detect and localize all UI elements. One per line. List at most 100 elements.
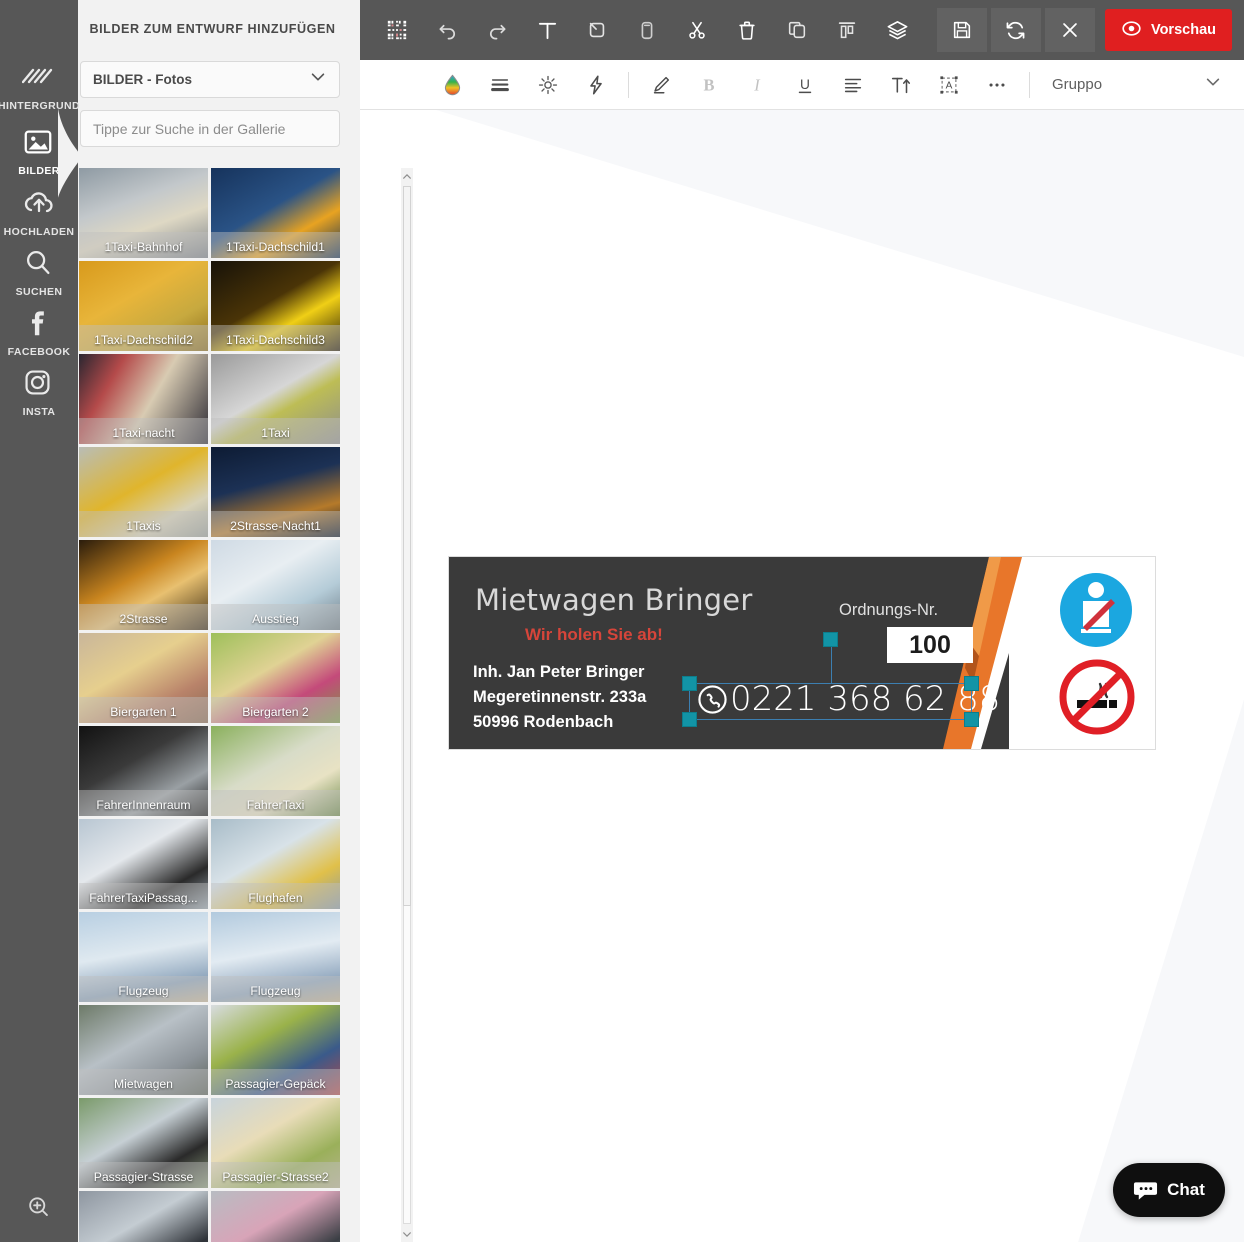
chat-widget-button[interactable]: Chat	[1113, 1163, 1225, 1217]
preview-button[interactable]: Vorschau	[1104, 9, 1232, 51]
design-canvas[interactable]: Mietwagen Bringer Wir holen Sie ab! Inh.…	[360, 110, 1244, 1242]
gallery-thumbnail[interactable]	[211, 1191, 340, 1242]
sidebar-item-instagram[interactable]: INSTA	[0, 366, 78, 418]
save-button[interactable]	[936, 8, 987, 52]
toolbar-divider-2	[1029, 71, 1030, 98]
sidebar-item-upload[interactable]: HOCHLADEN	[0, 186, 78, 238]
brightness-button[interactable]	[524, 65, 572, 105]
zoom-in-icon	[24, 1193, 54, 1228]
align-text-button[interactable]	[829, 65, 877, 105]
sidebar-label-images: BILDER	[18, 164, 60, 177]
gallery-thumbnail[interactable]: 2Strasse	[79, 540, 208, 630]
gallery-thumbnail[interactable]: Passagier-Gepäck	[211, 1005, 340, 1095]
gallery-thumbnail[interactable]: 1Taxi-Dachschild1	[211, 168, 340, 258]
more-options-button[interactable]	[973, 65, 1021, 105]
zoom-in-button[interactable]	[0, 1193, 78, 1228]
underline-button[interactable]: U	[781, 65, 829, 105]
gallery-thumbnail[interactable]: FahrerTaxi	[211, 726, 340, 816]
gallery-thumbnail[interactable]	[79, 1191, 208, 1242]
gallery-search-input[interactable]	[80, 110, 340, 147]
instagram-icon	[22, 367, 56, 401]
gallery-thumbnail[interactable]: 1Taxi-Bahnhof	[79, 168, 208, 258]
group-dropdown[interactable]: Gruppo	[1052, 66, 1222, 104]
font-size-button[interactable]	[877, 65, 925, 105]
gallery-thumbnail[interactable]: 1Taxi-Dachschild2	[79, 261, 208, 351]
bold-button[interactable]: B	[685, 65, 733, 105]
gallery-thumbnail[interactable]: Ausstieg	[211, 540, 340, 630]
delete-button[interactable]	[722, 8, 772, 52]
duplicate-button[interactable]	[772, 8, 822, 52]
category-dropdown[interactable]: BILDER - Fotos	[80, 61, 340, 98]
gallery-thumbnail[interactable]: Flughafen	[211, 819, 340, 909]
gallery-thumbnail[interactable]: Biergarten 2	[211, 633, 340, 723]
chat-label: Chat	[1167, 1180, 1205, 1199]
effects-button[interactable]	[572, 65, 620, 105]
chat-bubble-icon	[1133, 1178, 1158, 1203]
gallery-thumbnail[interactable]: 1Taxi	[211, 354, 340, 444]
thumbnail-label: 1Taxi-nacht	[112, 426, 175, 440]
gallery-thumbnail[interactable]: 1Taxi-nacht	[79, 354, 208, 444]
gallery-thumbnail[interactable]: Passagier-Strasse2	[211, 1098, 340, 1188]
preview-label: Vorschau	[1150, 22, 1216, 38]
card-slogan: Wir holen Sie ab!	[525, 625, 663, 644]
color-picker-button[interactable]	[428, 65, 476, 105]
close-button[interactable]	[1044, 8, 1095, 52]
gallery-thumbnail[interactable]: Mietwagen	[79, 1005, 208, 1095]
thumbnail-label: Biergarten 2	[242, 705, 309, 719]
sidebar-label-search: SUCHEN	[15, 285, 63, 298]
redo-button[interactable]	[472, 8, 522, 52]
gallery-thumbnail[interactable]: Flugzeug	[79, 912, 208, 1002]
chevron-down-icon	[309, 68, 327, 91]
left-icon-rail: HINTERGRUND BILDER HOCHLADEN SUCHEN FACE…	[0, 0, 80, 1242]
thumbnail-label: 1Taxi	[261, 426, 290, 440]
gallery-thumbnail[interactable]: 1Taxis	[79, 447, 208, 537]
business-card-design[interactable]: Mietwagen Bringer Wir holen Sie ab! Inh.…	[448, 556, 1156, 750]
undo-button[interactable]	[422, 8, 472, 52]
card-order-number: 100	[887, 627, 973, 663]
panel-scrollbar[interactable]	[401, 168, 413, 1242]
sidebar-label-facebook: FACEBOOK	[7, 345, 71, 358]
sidebar-item-facebook[interactable]: FACEBOOK	[0, 306, 78, 358]
layers-button[interactable]	[872, 8, 922, 52]
upload-cloud-icon	[22, 187, 56, 221]
italic-button[interactable]: I	[733, 65, 781, 105]
scroll-down-button[interactable]	[401, 1226, 413, 1242]
sidebar-item-search[interactable]: SUCHEN	[0, 246, 78, 298]
panel-title: BILDER ZUM ENTWURF HINZUFÜGEN	[89, 22, 336, 36]
thumbnail-label: Passagier-Gepäck	[225, 1077, 326, 1091]
align-top-button[interactable]	[822, 8, 872, 52]
pen-button[interactable]	[637, 65, 685, 105]
sidebar-item-background[interactable]: HINTERGRUND	[0, 60, 80, 112]
reload-button[interactable]	[990, 8, 1041, 52]
image-icon	[22, 126, 56, 160]
gallery-thumbnail[interactable]: 1Taxi-Dachschild3	[211, 261, 340, 351]
search-icon	[22, 247, 56, 281]
add-text-button[interactable]	[522, 8, 572, 52]
gallery-thumbnail[interactable]: FahrerInnenraum	[79, 726, 208, 816]
gallery-thumbnail[interactable]: FahrerTaxiPassag...	[79, 819, 208, 909]
scrollbar-thumb[interactable]	[403, 186, 411, 906]
thumbnail-label: Passagier-Strasse	[93, 1170, 194, 1184]
gallery-thumbnail[interactable]: Passagier-Strasse	[79, 1098, 208, 1188]
qr-code-button[interactable]	[372, 8, 422, 52]
cut-button[interactable]	[672, 8, 722, 52]
thumbnail-label: Biergarten 1	[110, 705, 177, 719]
gallery-thumbnail[interactable]: Biergarten 1	[79, 633, 208, 723]
card-owner: Inh. Jan Peter Bringer	[473, 663, 645, 681]
thumbnail-label: FahrerTaxi	[246, 798, 305, 812]
thumbnail-label: FahrerInnenraum	[96, 798, 191, 812]
seatbelt-icon	[1060, 573, 1132, 647]
text-box-button[interactable]: A	[925, 65, 973, 105]
paste-button[interactable]	[622, 8, 672, 52]
thumbnail-image	[79, 1191, 208, 1242]
line-style-button[interactable]	[476, 65, 524, 105]
thumbnail-label: Passagier-Strasse2	[222, 1170, 329, 1184]
gallery-thumbnail[interactable]: Flugzeug	[211, 912, 340, 1002]
scroll-up-button[interactable]	[401, 168, 413, 184]
copy-button[interactable]	[572, 8, 622, 52]
phone-circle-icon	[697, 684, 728, 715]
card-phone-text[interactable]: 0221 368 62 88	[697, 679, 1000, 719]
toolbar-divider-1	[628, 71, 629, 98]
sidebar-item-images[interactable]: BILDER	[0, 125, 78, 177]
gallery-thumbnail[interactable]: 2Strasse-Nacht1	[211, 447, 340, 537]
